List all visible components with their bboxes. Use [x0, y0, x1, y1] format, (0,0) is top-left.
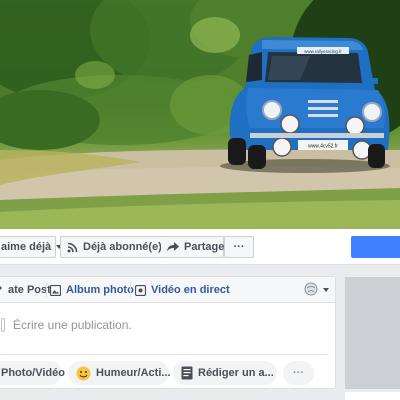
- video-camera-icon: [135, 284, 146, 296]
- avatar: [1, 318, 5, 332]
- share-label: Partager: [184, 241, 229, 253]
- number-plate-text: www.4cv52.fr: [308, 144, 338, 150]
- audience-selector[interactable]: [304, 282, 329, 298]
- feeling-activity-button[interactable]: Humeur/Acti...: [68, 361, 171, 385]
- tab-divider: [130, 283, 131, 297]
- more-label: ···: [233, 241, 245, 253]
- windshield-banner-text: www.rallyeracing.fr: [304, 49, 342, 54]
- follow-label: Déjà abonné(e): [83, 241, 162, 253]
- composer-tabs: ate Post Album photo Vidéo en direct: [0, 277, 335, 303]
- tab-live-video[interactable]: Vidéo en direct: [135, 277, 230, 303]
- write-article-button[interactable]: Rédiger un a...: [173, 361, 277, 385]
- tab-divider: [46, 283, 47, 297]
- post-composer: ate Post Album photo Vidéo en direct Écr…: [0, 276, 336, 389]
- more-composer-options-button[interactable]: ···: [283, 361, 314, 385]
- photo-video-label: Photo/Vidéo: [1, 367, 65, 379]
- page-action-bar: aime déjà Déjà abonné(e) Partager ···: [0, 229, 400, 265]
- tab-photo-album[interactable]: Album photo: [50, 277, 134, 303]
- chevron-down-icon: [323, 288, 329, 292]
- sidebar-panel-lower: [345, 392, 400, 400]
- tab-album-label: Album photo: [66, 284, 134, 296]
- share-button[interactable]: Partager: [161, 236, 229, 258]
- like-page-button[interactable]: aime déjà: [0, 236, 63, 258]
- like-label: aime déjà: [1, 241, 52, 253]
- feeling-activity-label: Humeur/Acti...: [96, 367, 171, 379]
- tab-create-label: ate Post: [8, 284, 51, 296]
- document-icon: [181, 366, 193, 380]
- cover-photo[interactable]: www.rallyeracing.fr www.4cv52.fr: [0, 0, 400, 229]
- composer-divider: [1, 354, 327, 355]
- cover-scene: www.rallyeracing.fr www.4cv52.fr: [0, 0, 400, 229]
- call-to-action-button[interactable]: [351, 236, 400, 258]
- tab-create-post[interactable]: ate Post: [0, 277, 51, 303]
- more-options-button[interactable]: ···: [224, 236, 254, 258]
- post-composer-input[interactable]: Écrire une publication.: [1, 313, 301, 337]
- rss-icon: [67, 242, 78, 253]
- photo-video-button[interactable]: Photo/Vidéo: [0, 361, 65, 385]
- pencil-icon: [0, 285, 3, 295]
- tab-live-label: Vidéo en direct: [151, 284, 230, 296]
- emoji-icon: [76, 366, 91, 381]
- photo-album-icon: [50, 284, 61, 296]
- sidebar-panel: [345, 277, 400, 389]
- more-composer-label: ···: [293, 367, 304, 379]
- globe-icon: [304, 282, 318, 299]
- share-arrow-icon: [167, 242, 179, 252]
- write-article-label: Rédiger un a...: [198, 367, 274, 379]
- composer-placeholder: Écrire une publication.: [13, 318, 132, 332]
- follow-page-button[interactable]: Déjà abonné(e): [60, 236, 173, 258]
